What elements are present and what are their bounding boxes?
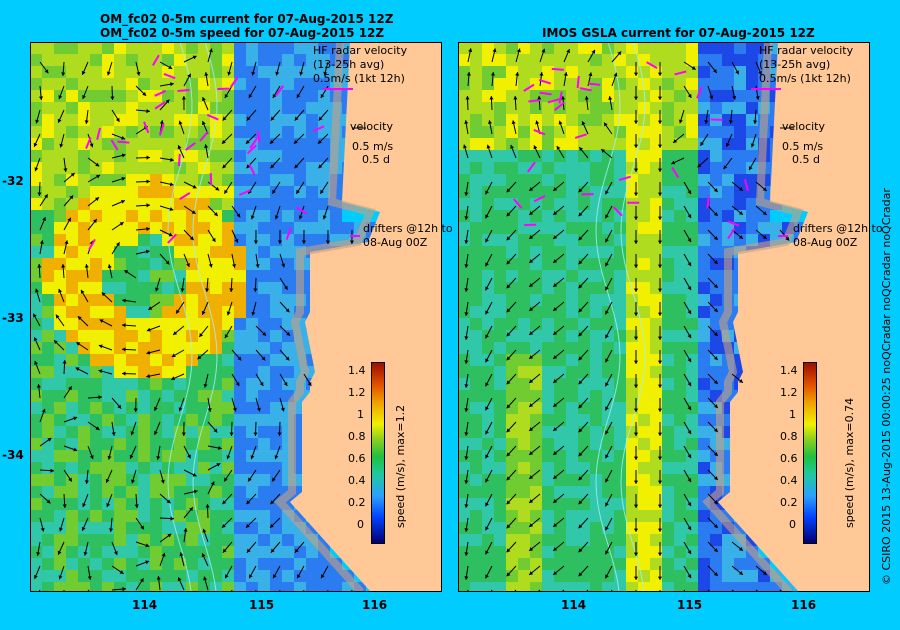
right-x-tick-114: 114 [561, 598, 587, 612]
left-colorbar [371, 362, 385, 544]
y-tick-33: -33 [2, 311, 24, 325]
right-x-tick-116: 116 [791, 598, 817, 612]
copyright-stamp: © CSIRO 2015 13-Aug-2015 00:00:25 noQCra… [880, 188, 893, 585]
right-x-tick-115: 115 [677, 598, 703, 612]
right-hf-legend-line3: 0.5m/s (1kt 12h) [759, 72, 851, 85]
right-velocity-legend: velocity [782, 120, 825, 133]
right-hf-legend-line2: (13-25h avg) [759, 58, 831, 71]
left-x-tick-114: 114 [132, 598, 158, 612]
left-colorbar-tick: 0.8 [348, 430, 366, 443]
left-colorbar-tick: 1.2 [348, 386, 366, 399]
right-colorbar-tick: 0.6 [780, 452, 798, 465]
right-colorbar-label: speed (m/s), max=0.74 [843, 397, 856, 528]
right-drifters-legend-line2: 08-Aug 00Z [793, 236, 858, 249]
right-hf-legend-line1: HF radar velocity [759, 44, 854, 57]
left-colorbar-tick: 0.6 [348, 452, 366, 465]
right-colorbar-tick: 1.2 [780, 386, 798, 399]
left-x-tick-116: 116 [362, 598, 388, 612]
right-colorbar-tick: 0.8 [780, 430, 798, 443]
left-colorbar-label: speed (m/s), max=1.2 [394, 404, 407, 528]
y-tick-32: -32 [2, 174, 24, 188]
left-hf-legend-line3: 0.5m/s (1kt 12h) [313, 72, 405, 85]
left-title-line1: OM_fc02 0-5m current for 07-Aug-2015 12Z [100, 12, 394, 26]
left-colorbar-tick: 1.4 [348, 364, 366, 377]
left-colorbar-tick: 0.4 [348, 474, 366, 487]
right-colorbar-tick: 0 [789, 518, 796, 531]
right-colorbar [803, 362, 817, 544]
left-velocity-speed: 0.5 m/s [352, 140, 394, 153]
left-title-line2: OM_fc02 0-5m speed for 07-Aug-2015 12Z [100, 26, 385, 40]
left-hf-legend-line2: (13-25h avg) [313, 58, 385, 71]
left-drifters-legend-line1: drifters @12h to [363, 222, 453, 235]
left-velocity-legend: velocity [350, 120, 393, 133]
right-colorbar-tick: 1.4 [780, 364, 798, 377]
right-velocity-time: 0.5 d [792, 153, 820, 166]
right-colorbar-tick: 0.2 [780, 496, 798, 509]
y-tick-34: -34 [2, 448, 24, 462]
right-colorbar-tick: 0.4 [780, 474, 798, 487]
right-drifters-legend-line1: drifters @12h to [793, 222, 883, 235]
right-title: IMOS GSLA current for 07-Aug-2015 12Z [542, 26, 815, 40]
left-velocity-time: 0.5 d [362, 153, 390, 166]
left-colorbar-tick: 0.2 [348, 496, 366, 509]
left-colorbar-tick: 1 [357, 408, 364, 421]
right-velocity-speed: 0.5 m/s [782, 140, 824, 153]
left-hf-legend-line1: HF radar velocity [313, 44, 408, 57]
left-x-tick-115: 115 [249, 598, 275, 612]
left-drifters-legend-line2: 08-Aug 00Z [363, 236, 428, 249]
left-colorbar-tick: 0 [357, 518, 364, 531]
right-colorbar-tick: 1 [789, 408, 796, 421]
